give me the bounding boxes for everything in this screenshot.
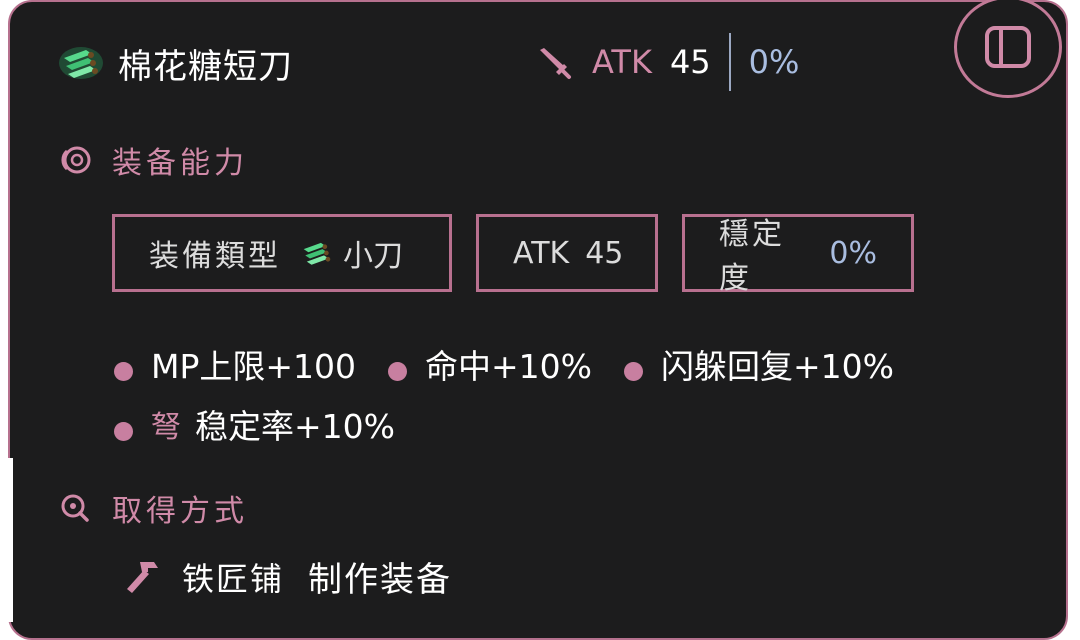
bonus-text: 稳定率+10% xyxy=(195,407,395,446)
obtain-method-title: 取得方式 xyxy=(112,494,248,529)
bonus-item: 命中+10% xyxy=(388,340,592,388)
bonus-item: 弩 稳定率+10% xyxy=(114,400,395,448)
chip-label: 穩定度 xyxy=(719,217,785,296)
chip-value: 小刀 xyxy=(343,239,403,274)
stat-chip-row: 装備類型 小刀 ATK 45 穩定度 0% xyxy=(112,214,914,296)
stability-value: 0% xyxy=(748,43,800,81)
sidebar-toggle-icon xyxy=(985,26,1031,68)
source-entry: 铁匠铺 制作装备 xyxy=(124,552,452,601)
chip-label: 装備類型 xyxy=(149,239,281,274)
equip-ability-heading: 装备能力 xyxy=(58,138,248,182)
bullet-dot xyxy=(114,361,133,381)
panel-toggle-button[interactable] xyxy=(954,0,1062,98)
bonus-item: 闪躲回复+10% xyxy=(624,340,894,388)
item-name: 棉花糖短刀 xyxy=(118,46,293,87)
weapon-tag: 弩 xyxy=(151,410,181,445)
bullet-dot xyxy=(624,361,644,381)
bonus-item: MP上限+100 xyxy=(114,340,356,388)
edge-gap xyxy=(0,458,13,622)
source-place: 铁匠铺 xyxy=(182,559,285,598)
obtain-method-heading: 取得方式 xyxy=(58,486,248,530)
stat-divider xyxy=(728,33,731,91)
bonus-text: 闪躲回复+10% xyxy=(661,347,895,386)
bonus-row-2: 弩 稳定率+10% xyxy=(114,400,427,448)
sword-icon xyxy=(540,48,571,79)
item-detail-card: 棉花糖短刀 ATK 45 0% 装备能力 装備類型 小刀 ATK 45 穩定度 … xyxy=(8,0,1068,640)
chip-value: 0% xyxy=(829,235,877,271)
chip-label: ATK xyxy=(513,235,570,271)
atk-value: 45 xyxy=(669,43,711,81)
bonus-text: 命中+10% xyxy=(425,347,593,386)
source-method: 制作装备 xyxy=(308,560,453,600)
atk-label: ATK xyxy=(592,43,652,81)
green-dagger-icon xyxy=(303,242,331,265)
equip-ability-title: 装备能力 xyxy=(112,146,248,181)
swirl-icon xyxy=(61,146,91,174)
top-stat-bar: ATK 45 0% xyxy=(536,32,799,92)
bullet-dot xyxy=(114,421,133,441)
hammer-icon xyxy=(127,561,158,593)
green-dagger-icon xyxy=(59,47,103,79)
chip-value: 45 xyxy=(585,235,624,271)
bullet-dot xyxy=(388,361,408,381)
bonus-row-1: MP上限+100 命中+10% 闪躲回复+10% xyxy=(114,340,926,388)
bonus-text: MP上限+100 xyxy=(151,347,357,386)
item-header: 棉花糖短刀 xyxy=(58,36,293,90)
chip-atk: ATK 45 xyxy=(476,214,658,292)
chip-equip-type: 装備類型 小刀 xyxy=(112,214,452,292)
chip-stability: 穩定度 0% xyxy=(682,214,914,296)
search-icon xyxy=(61,494,89,522)
